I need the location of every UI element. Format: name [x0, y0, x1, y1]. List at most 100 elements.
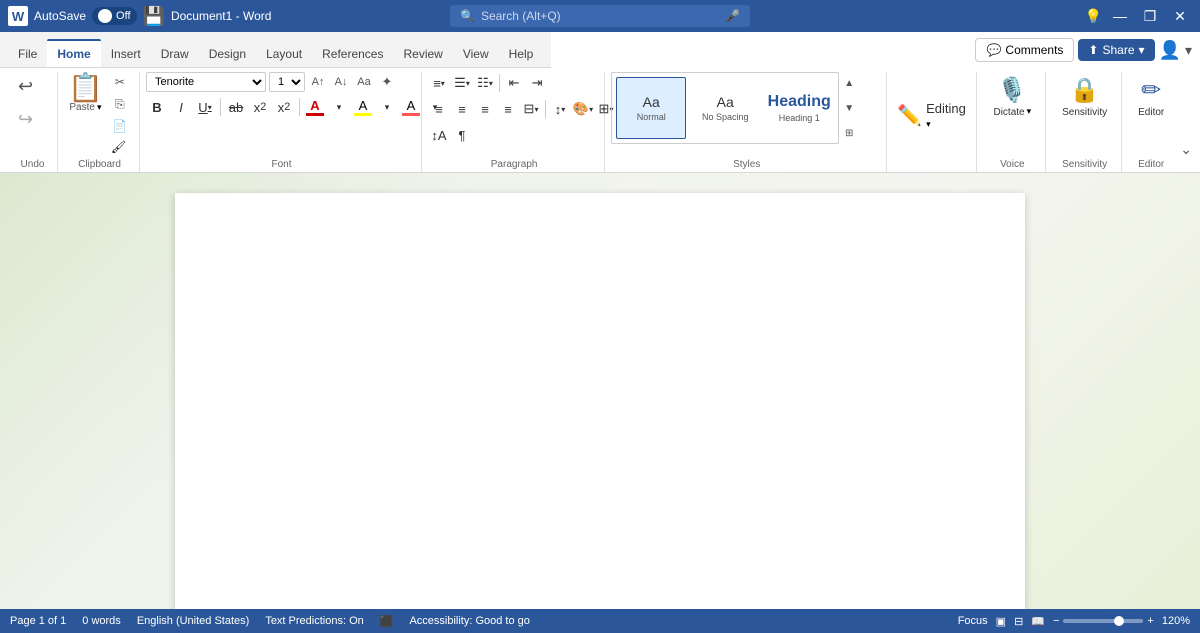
increase-indent-button[interactable]: ⇥: [526, 72, 548, 94]
decrease-indent-button[interactable]: ⇤: [503, 72, 525, 94]
divider-4: [545, 100, 546, 118]
strikethrough-button[interactable]: ab: [225, 96, 247, 118]
format-painter-icon: 🖌: [111, 140, 126, 154]
line-spacing-button[interactable]: ↕▾: [549, 98, 571, 120]
style-no-spacing[interactable]: Aa No Spacing: [690, 77, 760, 139]
sensitivity-button[interactable]: 🔒 Sensitivity: [1056, 72, 1113, 122]
tab-draw[interactable]: Draw: [151, 41, 199, 67]
print-layout-icon[interactable]: ▣: [996, 615, 1006, 628]
voice-group: 🎙️ Dictate ▾ Voice: [979, 72, 1046, 172]
bullet-list-button[interactable]: ≡▾: [428, 72, 450, 94]
share-label: Share: [1102, 43, 1134, 57]
zoom-in-icon[interactable]: +: [1147, 615, 1153, 627]
tab-file[interactable]: File: [8, 41, 47, 67]
close-button[interactable]: ✕: [1168, 4, 1192, 28]
increase-font-button[interactable]: A↑: [308, 72, 328, 92]
align-center-button[interactable]: ≡: [451, 98, 473, 120]
doc-title: Document1 - Word: [171, 9, 271, 23]
mic-icon[interactable]: 🎤: [725, 9, 740, 23]
track-changes-icon[interactable]: ⬛: [380, 615, 394, 628]
copy-button[interactable]: ⎘: [109, 94, 131, 114]
shading-button[interactable]: A: [400, 98, 422, 116]
font-color-button[interactable]: A: [304, 98, 326, 116]
editing-button[interactable]: ✏️ Editing ▾: [893, 95, 970, 136]
undo-group: ↩ ↪ Undo: [8, 72, 58, 172]
paste-button[interactable]: 📋 Paste ▾: [64, 72, 107, 115]
tab-home[interactable]: Home: [47, 39, 100, 67]
undo-group-content: ↩ ↪: [12, 72, 39, 172]
web-layout-icon[interactable]: ⊟: [1014, 615, 1023, 628]
multilevel-list-button[interactable]: ☷▾: [474, 72, 496, 94]
font-group: Tenorite 11 A↑ A↓ Aa ✦ B I U▾ ab x2: [142, 72, 422, 172]
change-case-button[interactable]: Aa: [354, 72, 374, 92]
styles-scroll-up[interactable]: ▲: [841, 72, 857, 94]
file-new-button[interactable]: 📄: [109, 116, 131, 136]
editing-group-content: ✏️ Editing ▾: [893, 72, 970, 172]
zoom-slider[interactable]: [1063, 619, 1143, 623]
share-chevron-icon: ▾: [1139, 43, 1145, 57]
font-group-content: Tenorite 11 A↑ A↓ Aa ✦ B I U▾ ab x2: [146, 72, 446, 172]
focus-button[interactable]: Focus: [958, 615, 988, 627]
numbered-list-button[interactable]: ☰▾: [451, 72, 473, 94]
font-family-select[interactable]: Tenorite: [146, 72, 266, 92]
user-icon[interactable]: 👤: [1159, 40, 1181, 61]
editing-group: ✏️ Editing ▾: [889, 72, 977, 172]
style-heading1[interactable]: Heading Heading 1: [764, 77, 834, 139]
zoom-control: − +: [1053, 615, 1154, 627]
align-left-button[interactable]: ≡: [428, 98, 450, 120]
tab-references[interactable]: References: [312, 41, 393, 67]
decrease-font-button[interactable]: A↓: [331, 72, 351, 92]
shading-para-button[interactable]: 🎨▾: [572, 98, 594, 120]
font-size-select[interactable]: 11: [269, 72, 305, 92]
read-mode-icon[interactable]: 📖: [1031, 615, 1045, 628]
document-scroll[interactable]: [0, 173, 1200, 609]
search-box[interactable]: 🔍 Search (Alt+Q) 🎤: [450, 5, 750, 27]
editor-button[interactable]: ✏ Editor: [1132, 72, 1170, 122]
cut-button[interactable]: ✂: [109, 72, 131, 92]
tab-insert[interactable]: Insert: [101, 41, 151, 67]
autosave-toggle[interactable]: Off: [92, 7, 136, 25]
ribbon-content: ↩ ↪ Undo 📋 Paste ▾ ✂ ⎘: [0, 68, 1200, 172]
superscript-button[interactable]: x2: [273, 96, 295, 118]
lightbulb-icon[interactable]: 💡: [1085, 8, 1102, 25]
styles-scroll-down[interactable]: ▼: [841, 97, 857, 119]
tab-view[interactable]: View: [453, 41, 499, 67]
subscript-button[interactable]: x2: [249, 96, 271, 118]
toggle-state: Off: [116, 10, 130, 22]
save-icon[interactable]: 💾: [143, 6, 165, 27]
ribbon-collapse-icon[interactable]: ▾: [1185, 42, 1192, 59]
underline-button[interactable]: U▾: [194, 96, 216, 118]
font-color-chevron[interactable]: ▾: [328, 96, 350, 118]
format-painter-button[interactable]: 🖌: [109, 138, 131, 156]
justify-button[interactable]: ≡: [497, 98, 519, 120]
zoom-out-icon[interactable]: −: [1053, 615, 1059, 627]
tab-help[interactable]: Help: [499, 41, 544, 67]
italic-button[interactable]: I: [170, 96, 192, 118]
show-marks-button[interactable]: ¶: [451, 124, 473, 146]
redo-button[interactable]: ↪: [12, 105, 39, 134]
highlight-chevron[interactable]: ▾: [376, 96, 398, 118]
tab-design[interactable]: Design: [199, 41, 256, 67]
comments-button[interactable]: 💬 Comments: [975, 38, 1074, 62]
bold-button[interactable]: B: [146, 96, 168, 118]
dictate-button[interactable]: 🎙️ Dictate ▾: [987, 72, 1037, 122]
document-page[interactable]: [175, 193, 1025, 609]
style-no-spacing-label: No Spacing: [702, 112, 749, 122]
style-normal[interactable]: Aa Normal: [616, 77, 686, 139]
ribbon-collapse[interactable]: ⌄: [1180, 72, 1192, 172]
align-right-button[interactable]: ≡: [474, 98, 496, 120]
sort-button[interactable]: ↕A: [428, 124, 450, 146]
undo-button[interactable]: ↩: [12, 72, 39, 101]
tab-review[interactable]: Review: [393, 41, 452, 67]
share-button[interactable]: ⬆ Share ▾: [1078, 39, 1154, 61]
highlight-button[interactable]: A: [352, 98, 374, 116]
restore-button[interactable]: ❐: [1138, 4, 1162, 28]
clear-format-button[interactable]: ✦: [377, 72, 397, 92]
styles-expand[interactable]: ⊞: [841, 122, 857, 144]
editing-icon: ✏️: [897, 103, 922, 128]
zoom-thumb: [1114, 616, 1124, 626]
columns-button[interactable]: ⊟▾: [520, 98, 542, 120]
minimize-button[interactable]: —: [1108, 4, 1132, 28]
tab-layout[interactable]: Layout: [256, 41, 312, 67]
accessibility-status: Accessibility: Good to go: [409, 615, 529, 627]
